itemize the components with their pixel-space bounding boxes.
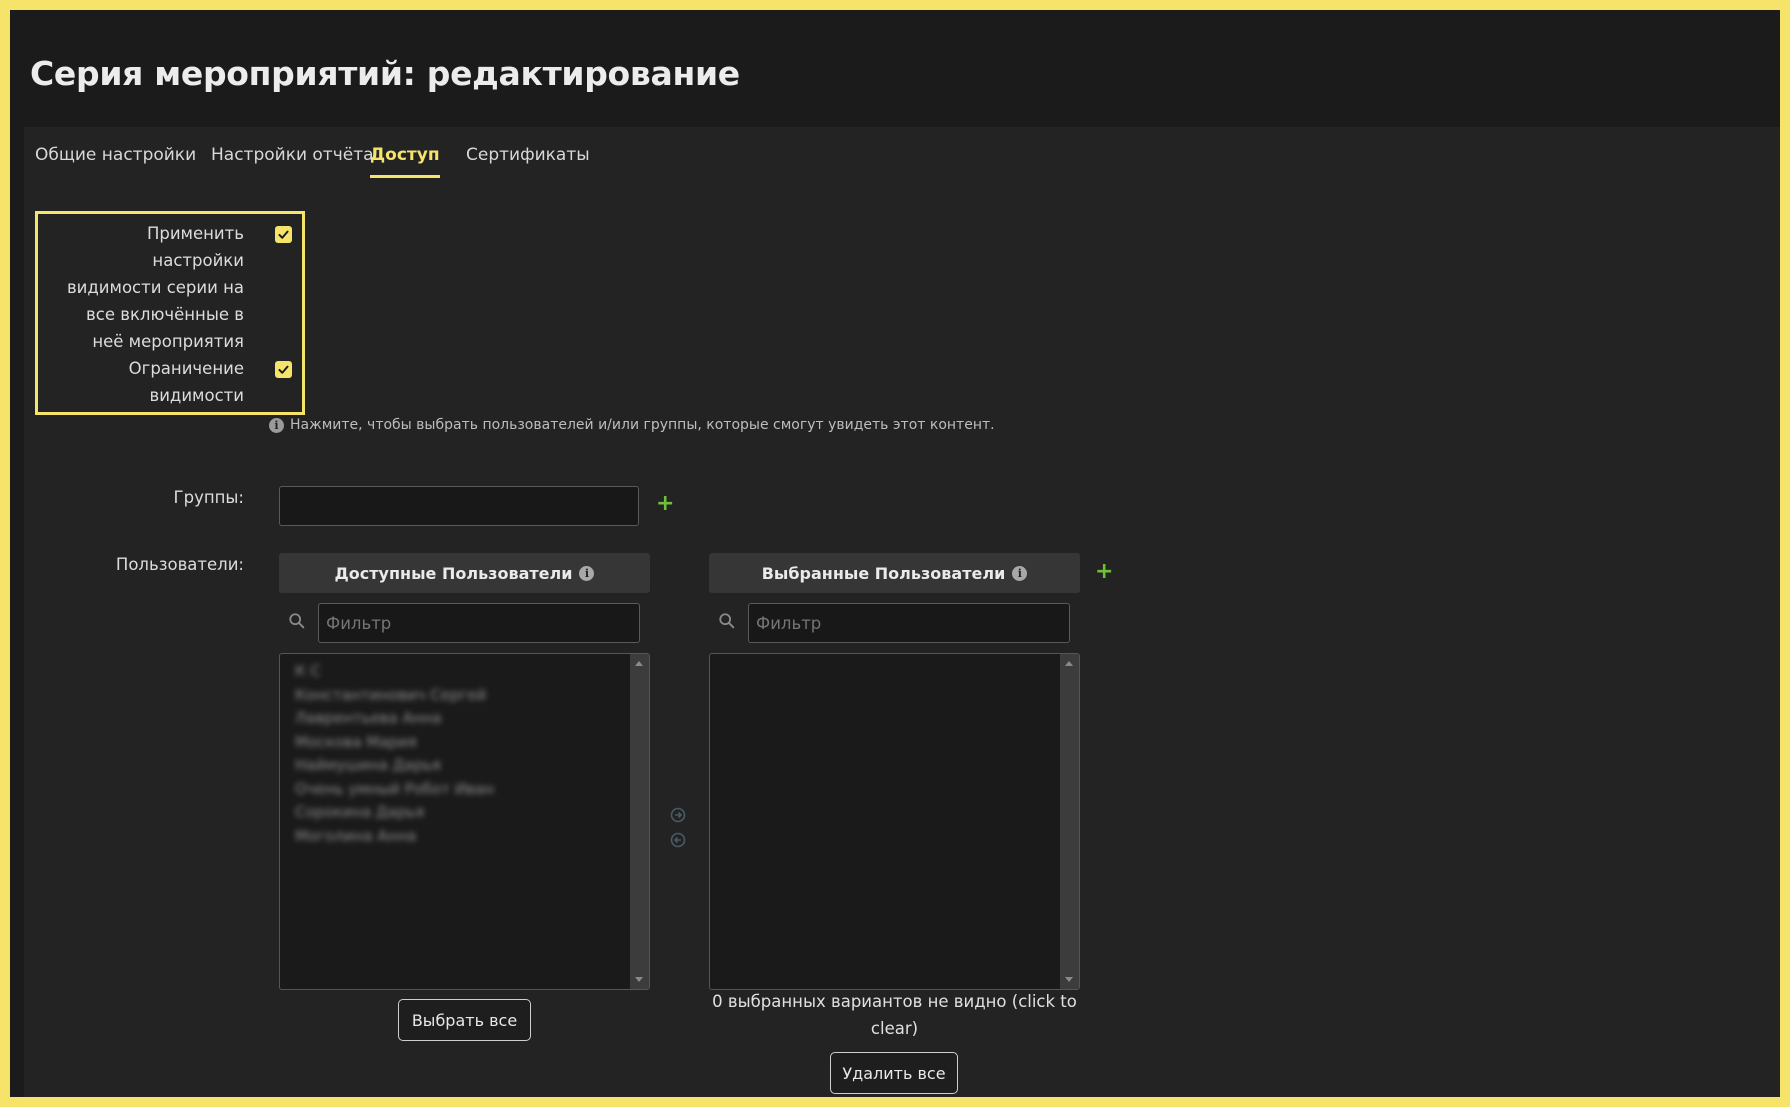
app-window: Серия мероприятий: редактирование Общие … — [10, 10, 1780, 1097]
scroll-up-arrow-icon[interactable] — [1065, 661, 1073, 666]
tab-access[interactable]: Доступ — [370, 145, 440, 178]
list-item[interactable]: Моголина Анна — [295, 827, 416, 845]
info-icon[interactable]: i — [1012, 565, 1028, 581]
info-icon[interactable]: i — [579, 565, 595, 581]
tab-general-settings[interactable]: Общие настройки — [35, 145, 196, 175]
restrict-visibility-label: Ограничение видимости — [128, 359, 244, 405]
available-users-title: Доступные Пользователи — [334, 563, 573, 583]
info-icon: i — [269, 417, 284, 433]
restrict-visibility-checkbox[interactable] — [275, 361, 292, 378]
selected-users-header: Выбранные Пользователи i — [709, 553, 1080, 593]
main-content: Общие настройки Настройки отчёта Доступ … — [24, 127, 1780, 1097]
list-item[interactable]: Лаврентьева Анна — [295, 709, 442, 727]
add-group-icon[interactable]: + — [656, 493, 674, 515]
scroll-up-arrow-icon[interactable] — [635, 661, 643, 666]
selected-users-list[interactable] — [709, 653, 1080, 990]
list-item[interactable]: Наймушина Дарья — [295, 756, 441, 774]
list-item[interactable]: К С — [295, 662, 321, 680]
list-item[interactable]: Константинович Сергей — [295, 686, 486, 704]
page-title: Серия мероприятий: редактирование — [30, 54, 740, 93]
check-icon — [278, 230, 289, 239]
tab-report-settings[interactable]: Настройки отчёта — [211, 145, 374, 175]
scrollbar[interactable] — [1060, 654, 1079, 989]
select-all-button[interactable]: Выбрать все — [398, 999, 531, 1041]
list-item[interactable]: Сорокина Дарья — [295, 803, 424, 821]
available-users-header: Доступные Пользователи i — [279, 553, 650, 593]
selected-users-title: Выбранные Пользователи — [761, 563, 1006, 583]
search-icon — [719, 613, 735, 629]
scrollbar[interactable] — [630, 654, 649, 989]
add-user-icon[interactable]: + — [1095, 561, 1113, 583]
scroll-down-arrow-icon[interactable] — [635, 977, 643, 982]
check-icon — [278, 365, 289, 374]
list-item[interactable]: Москова Мария — [295, 733, 417, 751]
hidden-selected-note[interactable]: 0 выбранных вариантов не видно (click to… — [709, 988, 1080, 1042]
apply-series-visibility-checkbox[interactable] — [275, 226, 292, 243]
groups-label: Группы: — [173, 488, 244, 507]
users-label: Пользователи: — [115, 555, 244, 574]
available-users-list[interactable]: К С Константинович Сергей Лаврентьева Ан… — [279, 653, 650, 990]
selected-users-filter[interactable] — [748, 603, 1070, 643]
scroll-down-arrow-icon[interactable] — [1065, 977, 1073, 982]
move-right-icon[interactable] — [670, 807, 686, 823]
move-left-icon[interactable] — [670, 832, 686, 848]
remove-all-button[interactable]: Удалить все — [830, 1052, 958, 1094]
help-text-label: Нажмите, чтобы выбрать пользователей и/и… — [290, 417, 995, 433]
list-item[interactable]: Очень умный Робот Иван — [295, 780, 494, 798]
groups-input[interactable] — [279, 486, 639, 526]
apply-series-visibility-label: Применить настройки видимости серии на в… — [66, 224, 244, 351]
tab-certificates[interactable]: Сертификаты — [466, 145, 590, 175]
help-text: i Нажмите, чтобы выбрать пользователей и… — [269, 417, 995, 433]
search-icon — [289, 613, 305, 629]
available-users-filter[interactable] — [318, 603, 640, 643]
